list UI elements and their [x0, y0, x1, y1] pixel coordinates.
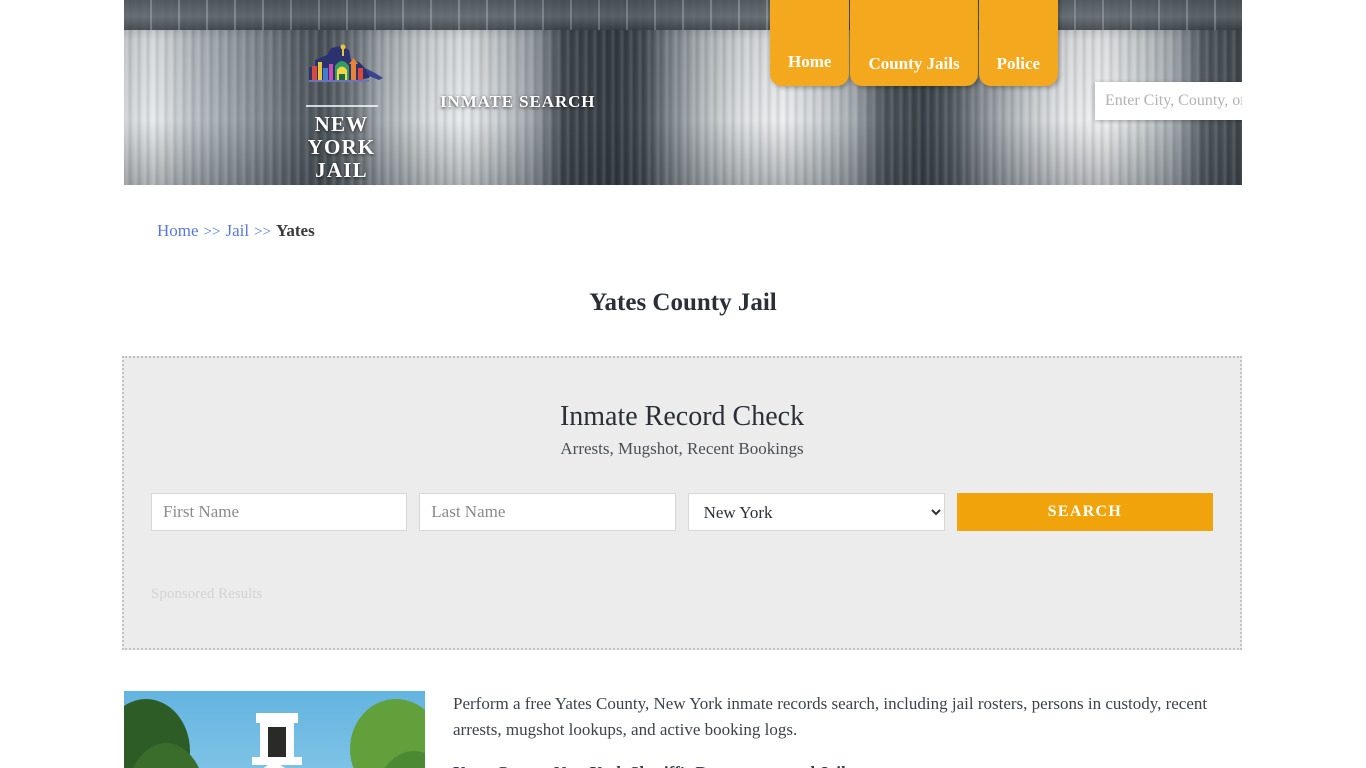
first-name-input[interactable]	[151, 493, 408, 531]
sponsored-results-label: Sponsored Results	[151, 586, 263, 602]
widget-subtitle: Arrests, Mugshot, Recent Bookings	[560, 439, 804, 458]
breadcrumb-separator-1: >>	[203, 224, 221, 240]
nav-item-home[interactable]: Home	[770, 0, 850, 86]
main-navigation: Home County Jails Police	[770, 0, 1059, 86]
breadcrumb-item-current: Yates	[276, 221, 315, 240]
article-subheading: Yates County New York Sheriff's Departme…	[453, 763, 1242, 768]
breadcrumb-item-jail[interactable]: Jail	[225, 221, 249, 240]
inmate-search-form: New York SEARCH	[151, 493, 1214, 531]
new-york-state-logo-icon	[309, 44, 383, 82]
logo-line-2: JAIL ROSTER	[295, 158, 387, 186]
header-shelf-labels	[124, 0, 1242, 30]
header-tagline: INMATE SEARCH	[440, 92, 596, 111]
article-content: Perform a free Yates County, New York in…	[124, 691, 1242, 768]
nav-item-county-jails[interactable]: County Jails	[850, 0, 978, 86]
site-logo[interactable]: NEW YORK JAIL ROSTER	[279, 42, 404, 185]
page-title: Yates County Jail	[589, 288, 777, 316]
article-paragraph: Perform a free Yates County, New York in…	[453, 694, 1208, 739]
inmate-record-check-widget: Inmate Record Check Arrests, Mugshot, Re…	[122, 356, 1242, 650]
courthouse-photo	[124, 691, 425, 768]
courthouse-photo-image	[124, 691, 425, 768]
nav-item-police[interactable]: Police	[978, 0, 1059, 86]
article-body: Perform a free Yates County, New York in…	[453, 691, 1242, 768]
breadcrumb-separator-2: >>	[254, 224, 271, 240]
breadcrumb-item-home[interactable]: Home	[157, 221, 199, 240]
logo-line-1: NEW YORK	[307, 112, 376, 159]
header-search-bar	[1095, 82, 1242, 120]
site-header: NEW YORK JAIL ROSTER INMATE SEARCH Home …	[124, 0, 1242, 185]
search-button[interactable]: SEARCH	[956, 493, 1214, 531]
logo-divider	[305, 105, 378, 107]
page-root: NEW YORK JAIL ROSTER INMATE SEARCH Home …	[0, 0, 1366, 768]
last-name-input[interactable]	[419, 493, 676, 531]
header-search-input[interactable]	[1095, 82, 1242, 120]
breadcrumb: Home >> Jail >> Yates	[157, 221, 315, 241]
state-select[interactable]: New York	[687, 493, 945, 531]
widget-title: Inmate Record Check	[559, 401, 805, 432]
